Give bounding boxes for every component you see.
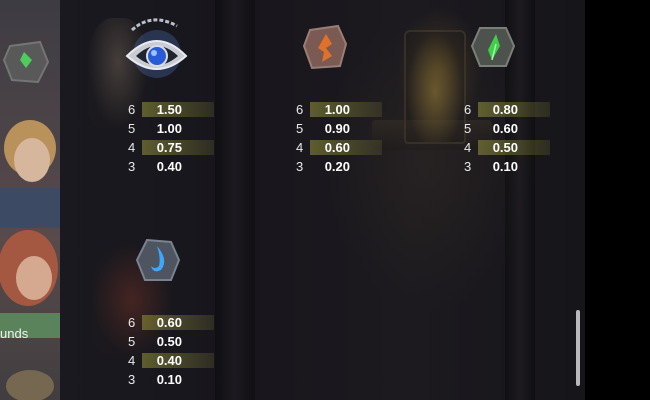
orange-fire-rune-icon: [302, 24, 348, 70]
pay-count: 3: [296, 159, 304, 174]
pay-value: 0.10: [156, 372, 182, 387]
pay-count: 5: [128, 121, 136, 136]
paytable-green-rune: 6 0.80 5 0.60 4 0.50 3 0.10: [464, 100, 554, 176]
green-leaf-rune-icon: [470, 24, 516, 70]
pay-value: 1.00: [324, 102, 350, 117]
pay-count: 4: [128, 140, 136, 155]
pay-row: 6 1.50: [128, 100, 218, 119]
pay-row: 5 1.00: [128, 119, 218, 138]
pay-count: 5: [128, 334, 136, 349]
pay-value: 0.40: [156, 353, 182, 368]
pay-row: 5 0.90: [296, 119, 386, 138]
pay-row: 3 0.10: [464, 157, 554, 176]
pay-count: 5: [296, 121, 304, 136]
pay-row: 5 0.60: [464, 119, 554, 138]
pay-count: 4: [296, 140, 304, 155]
pay-value: 0.60: [492, 121, 518, 136]
eye-amulet-icon: [122, 12, 192, 82]
paytable-blue-rune: 6 0.60 5 0.50 4 0.40 3 0.10: [128, 313, 218, 389]
pay-row: 4 0.60: [296, 138, 386, 157]
pay-value: 0.10: [492, 159, 518, 174]
pay-count: 4: [128, 353, 136, 368]
pay-value: 0.50: [156, 334, 182, 349]
pay-row: 5 0.50: [128, 332, 218, 351]
pay-count: 6: [296, 102, 304, 117]
pay-row: 6 0.80: [464, 100, 554, 119]
scrollbar[interactable]: [576, 310, 580, 386]
pay-value: 1.00: [156, 121, 182, 136]
pay-value: 0.60: [324, 140, 350, 155]
side-panel-label: unds: [0, 326, 29, 341]
pay-count: 3: [128, 159, 136, 174]
pay-value: 0.60: [156, 315, 182, 330]
pay-row: 4 0.40: [128, 351, 218, 370]
pay-row: 3 0.20: [296, 157, 386, 176]
pay-count: 5: [464, 121, 472, 136]
pay-row: 4 0.50: [464, 138, 554, 157]
pay-count: 3: [464, 159, 472, 174]
paytable-eye-amulet: 6 1.50 5 1.00 4 0.75 3 0.40: [128, 100, 218, 176]
pay-value: 0.75: [156, 140, 182, 155]
pay-row: 4 0.75: [128, 138, 218, 157]
pay-row: 3 0.10: [128, 370, 218, 389]
pay-value: 0.80: [492, 102, 518, 117]
pay-value: 1.50: [156, 102, 182, 117]
background-pillar: [215, 0, 255, 400]
pay-count: 6: [128, 315, 136, 330]
pay-row: 6 0.60: [128, 313, 218, 332]
pay-row: 6 1.00: [296, 100, 386, 119]
right-margin: [585, 0, 650, 400]
blue-water-rune-icon: [135, 236, 181, 284]
pay-count: 3: [128, 372, 136, 387]
pay-count: 6: [464, 102, 472, 117]
pay-value: 0.50: [492, 140, 518, 155]
pay-count: 6: [128, 102, 136, 117]
pay-value: 0.40: [156, 159, 182, 174]
paytable-orange-rune: 6 1.00 5 0.90 4 0.60 3 0.20: [296, 100, 386, 176]
lantern: [404, 30, 466, 144]
pay-count: 4: [464, 140, 472, 155]
pay-value: 0.20: [324, 159, 350, 174]
pay-value: 0.90: [324, 121, 350, 136]
pay-row: 3 0.40: [128, 157, 218, 176]
